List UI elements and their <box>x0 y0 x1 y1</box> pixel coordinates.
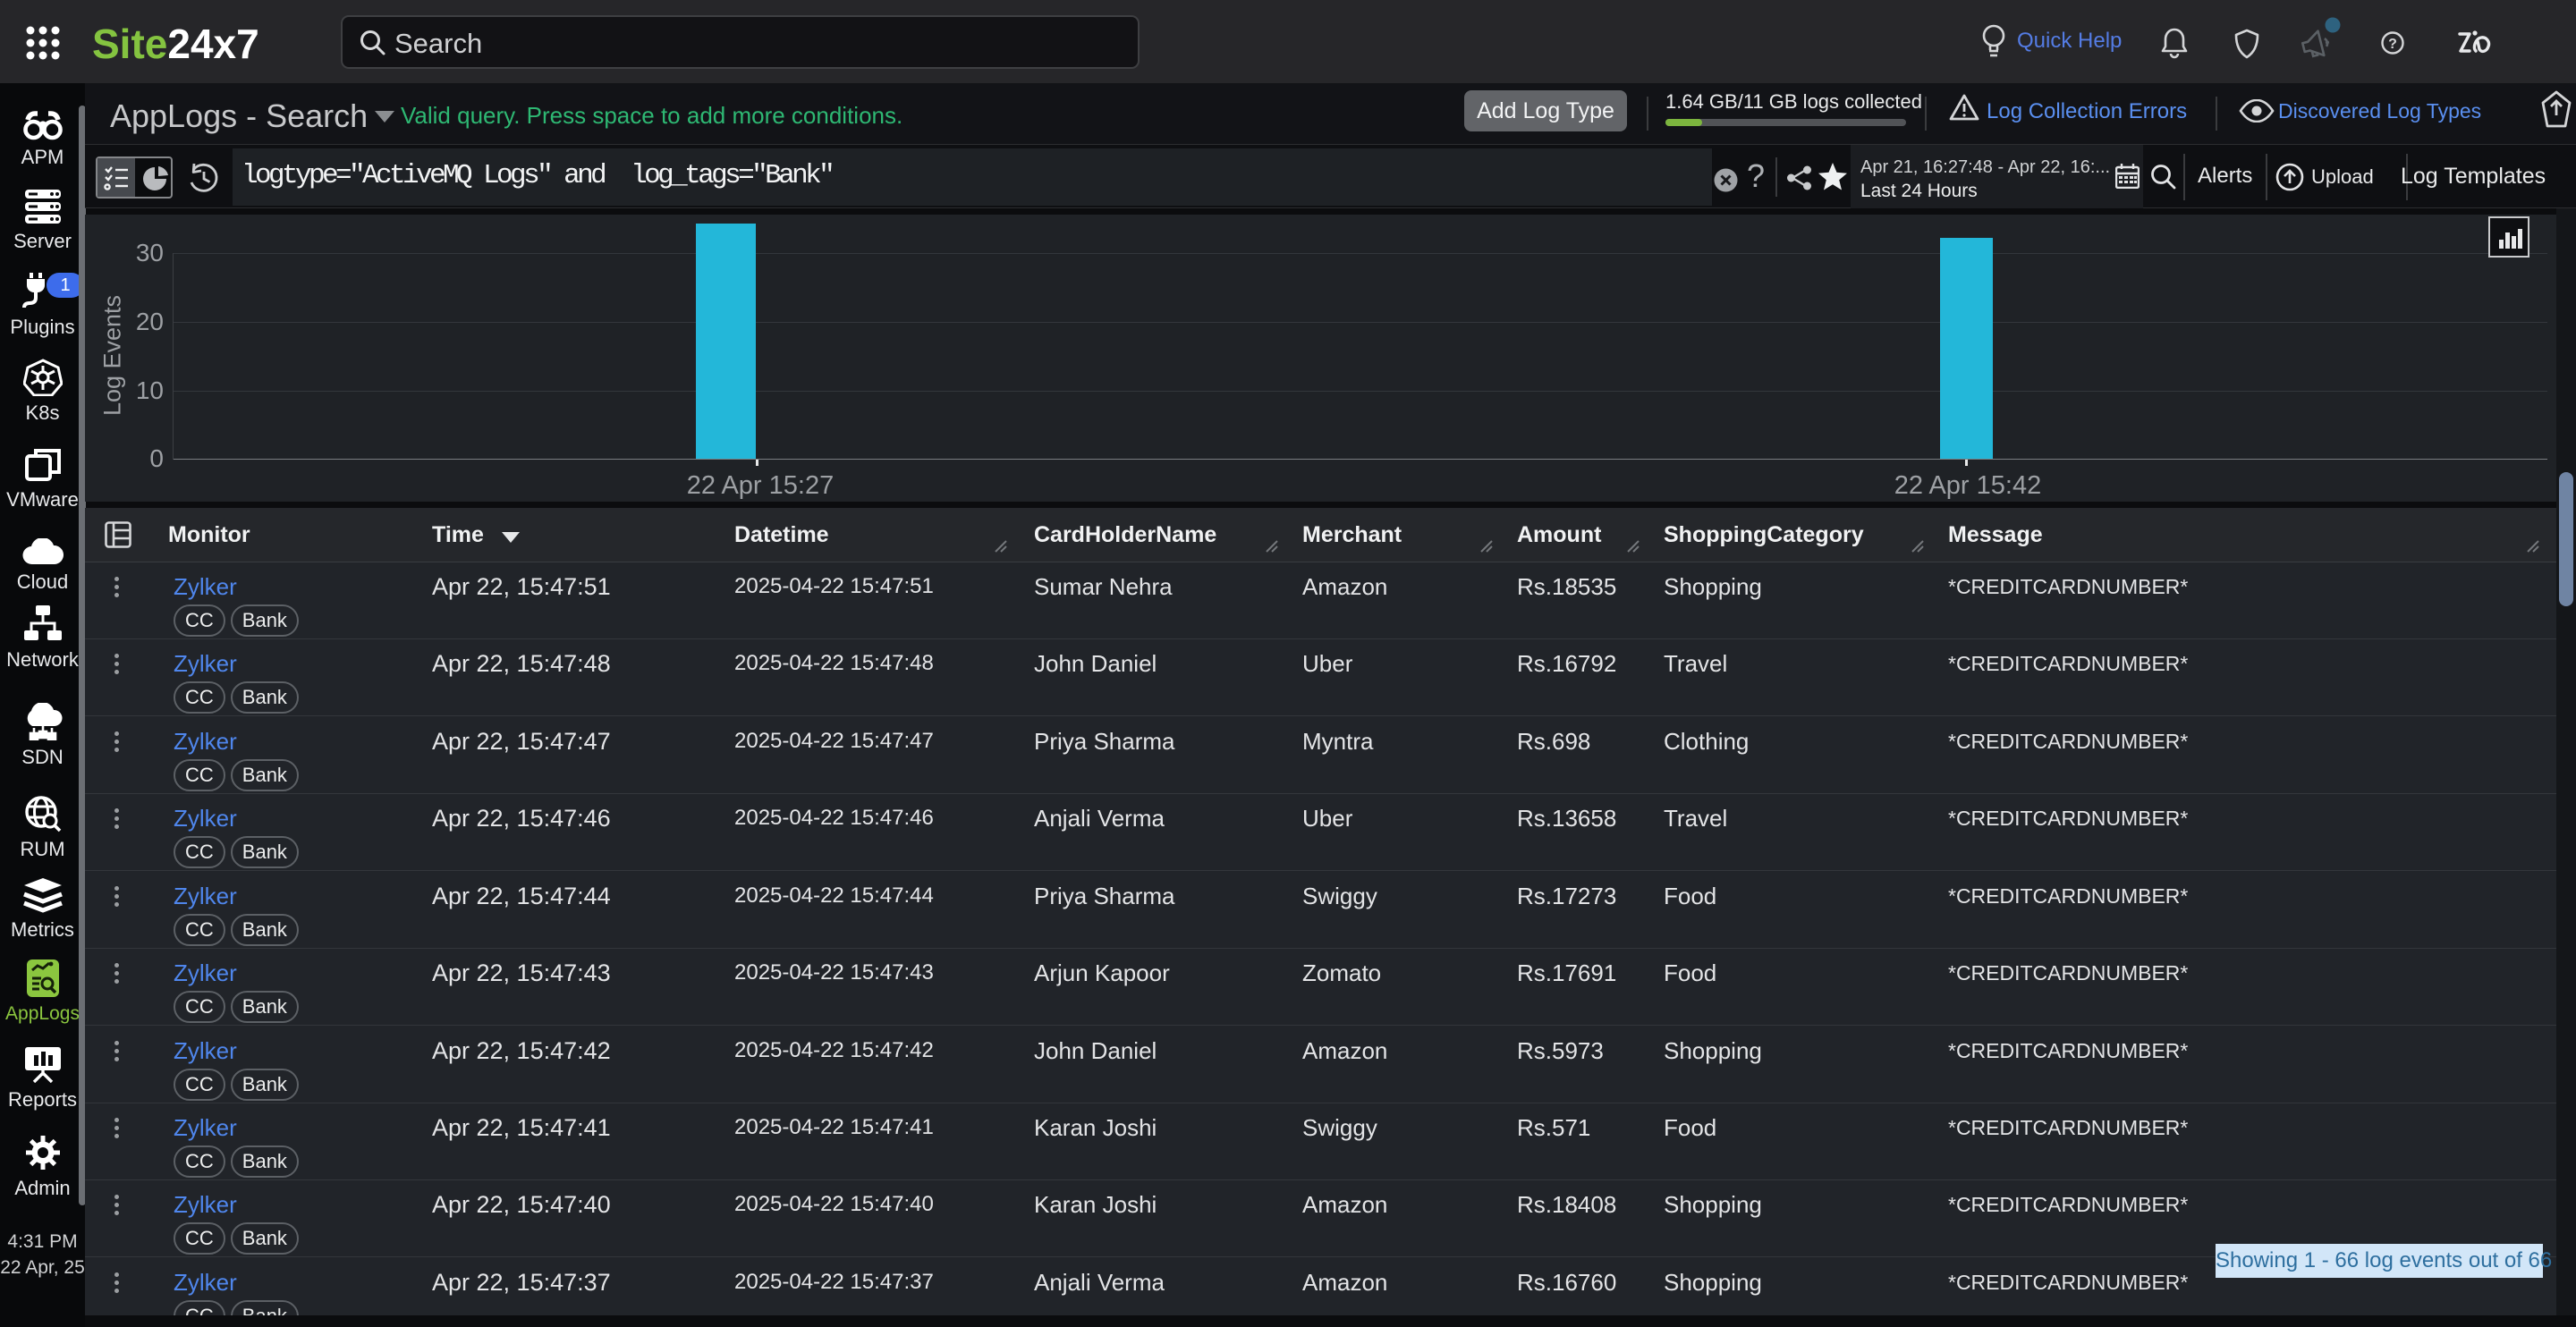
svg-text:?: ? <box>2388 37 2397 52</box>
